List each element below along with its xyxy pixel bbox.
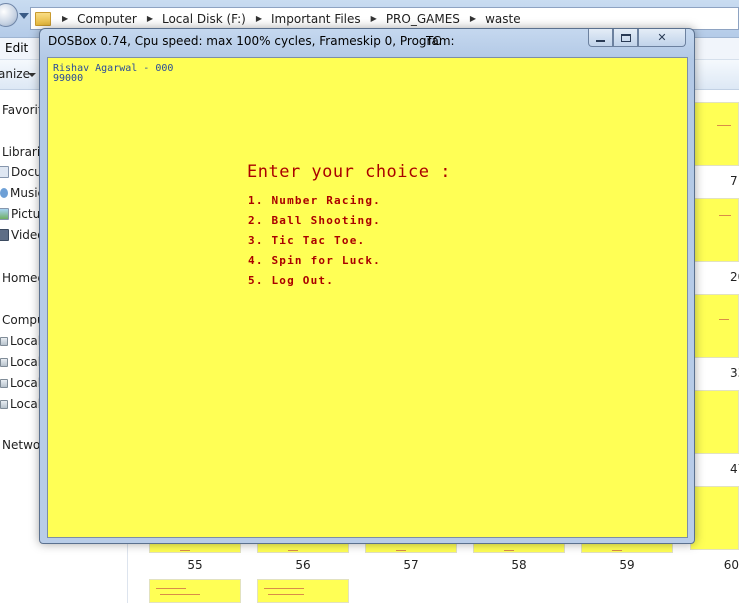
- thumbnail-text-line: [719, 319, 729, 320]
- file-thumbnail[interactable]: [257, 579, 349, 603]
- file-label[interactable]: 20: [730, 270, 739, 284]
- file-thumbnail[interactable]: [690, 294, 739, 358]
- thumbnail-text-line: [504, 550, 514, 551]
- thumbnail-text-line: [719, 215, 731, 216]
- breadcrumb-important-files[interactable]: ▶ Important Files: [246, 12, 361, 26]
- file-label[interactable]: 55: [149, 558, 241, 572]
- thumbnail-text-line: [160, 594, 200, 595]
- menu-option-log-out: 5. Log Out.: [248, 274, 335, 287]
- chevron-right-icon[interactable]: ▶: [62, 14, 68, 23]
- nav-documents[interactable]: Docu: [0, 165, 42, 179]
- menu-heading: Enter your choice :: [247, 162, 451, 182]
- disk-icon: [0, 357, 8, 367]
- chevron-down-icon[interactable]: [28, 73, 36, 77]
- nav-local-disk-2[interactable]: Local: [0, 355, 41, 369]
- file-label[interactable]: 56: [257, 558, 349, 572]
- disk-icon: [0, 378, 8, 388]
- recent-pages-dropdown-icon[interactable]: [19, 13, 29, 19]
- program-name: TC: [426, 34, 442, 48]
- disk-icon: [0, 336, 8, 346]
- nav-label[interactable]: Local: [10, 397, 41, 411]
- menu-option-spin-for-luck: 4. Spin for Luck.: [248, 254, 381, 267]
- file-thumbnail[interactable]: [690, 390, 739, 454]
- nav-label[interactable]: Local: [10, 334, 41, 348]
- nav-music[interactable]: Music: [0, 186, 44, 200]
- thumbnail-text-line: [612, 550, 622, 551]
- chevron-right-icon[interactable]: ▶: [147, 14, 153, 23]
- folder-icon: [35, 11, 51, 26]
- chevron-right-icon[interactable]: ▶: [470, 14, 476, 23]
- nav-local-disk-1[interactable]: Local: [0, 334, 41, 348]
- nav-label[interactable]: Docu: [11, 165, 42, 179]
- file-label[interactable]: 59: [581, 558, 673, 572]
- file-thumbnail[interactable]: [690, 486, 739, 550]
- nav-local-disk-4[interactable]: Local: [0, 397, 41, 411]
- menu-option-tic-tac-toe: 3. Tic Tac Toe.: [248, 234, 366, 247]
- maximize-button[interactable]: [613, 29, 638, 47]
- breadcrumb-computer[interactable]: ▶ Computer: [59, 12, 137, 26]
- chevron-right-icon[interactable]: ▶: [256, 14, 262, 23]
- menu-option-number-racing: 1. Number Racing.: [248, 194, 381, 207]
- file-label[interactable]: 33: [730, 366, 739, 380]
- thumbnail-text-line: [264, 588, 304, 589]
- address-bar[interactable]: ▶ Computer ▶ Local Disk (F:) ▶ Important…: [30, 7, 739, 30]
- file-thumbnail[interactable]: [690, 198, 739, 262]
- file-label[interactable]: 60: [690, 558, 739, 572]
- nav-label[interactable]: Local: [10, 376, 41, 390]
- breadcrumb-waste[interactable]: ▶ waste: [460, 12, 521, 26]
- videos-icon: [0, 229, 9, 241]
- thumbnail-text-line: [717, 125, 731, 126]
- nav-label[interactable]: Local: [10, 355, 41, 369]
- nav-label[interactable]: Pictu: [11, 207, 40, 221]
- score-value: 99000: [53, 73, 84, 84]
- chevron-right-icon[interactable]: ▶: [371, 14, 377, 23]
- nav-videos[interactable]: Video: [0, 228, 45, 242]
- dos-screen[interactable]: Rishav Agarwal - 000 99000 Enter your ch…: [47, 57, 688, 538]
- file-label[interactable]: 7: [730, 174, 738, 188]
- thumbnail-text-line: [268, 594, 304, 595]
- minimize-button[interactable]: [588, 29, 613, 47]
- maximize-icon: [620, 33, 631, 42]
- minimize-icon: [596, 39, 605, 42]
- menu-option-ball-shooting: 2. Ball Shooting.: [248, 214, 381, 227]
- thumbnail-text-line: [180, 550, 190, 551]
- organize-button[interactable]: anize: [0, 67, 30, 81]
- file-label[interactable]: 57: [365, 558, 457, 572]
- nav-pictures[interactable]: Pictu: [0, 207, 40, 221]
- window-title: DOSBox 0.74, Cpu speed: max 100% cycles,…: [48, 34, 455, 48]
- pictures-icon: [0, 208, 9, 220]
- disk-icon: [0, 399, 8, 409]
- close-icon: ✕: [657, 31, 667, 44]
- thumbnail-text-line: [288, 550, 298, 551]
- music-icon: [0, 188, 8, 198]
- menu-edit[interactable]: Edit: [5, 41, 28, 55]
- thumbnail-text-line: [396, 550, 406, 551]
- file-thumbnail[interactable]: [690, 102, 739, 166]
- documents-icon: [0, 166, 9, 178]
- close-button[interactable]: ✕: [638, 29, 686, 47]
- breadcrumb-pro-games[interactable]: ▶ PRO_GAMES: [361, 12, 460, 26]
- file-label[interactable]: 47: [730, 462, 739, 476]
- game-menu: 1. Number Racing. 2. Ball Shooting. 3. T…: [248, 194, 381, 294]
- thumbnail-text-line: [156, 588, 186, 589]
- dosbox-window[interactable]: DOSBox 0.74, Cpu speed: max 100% cycles,…: [39, 28, 695, 544]
- nav-local-disk-3[interactable]: Local: [0, 376, 41, 390]
- back-button[interactable]: [0, 3, 18, 27]
- file-thumbnail[interactable]: [149, 579, 241, 603]
- breadcrumb-local-disk[interactable]: ▶ Local Disk (F:): [137, 12, 246, 26]
- file-label[interactable]: 58: [473, 558, 565, 572]
